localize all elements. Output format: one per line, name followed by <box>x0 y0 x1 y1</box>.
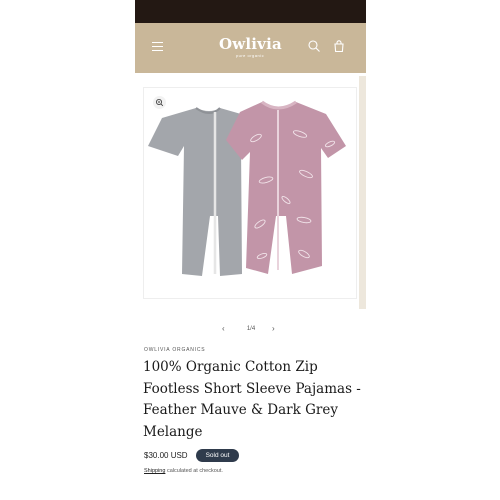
next-image-peek[interactable] <box>359 76 366 309</box>
brand-tagline: pure organic <box>235 53 265 58</box>
announcement-bar <box>135 0 366 23</box>
shipping-note: Shipping calculated at checkout. <box>144 468 223 474</box>
product-title: 100% Organic Cotton Zip Footless Short S… <box>143 359 361 440</box>
slider-pager: ‹ 1/4 › <box>135 322 366 336</box>
brand-logo[interactable]: Owlivia pure organic <box>219 35 282 65</box>
slide-counter: 1/4 <box>246 326 256 332</box>
pajamas-illustration <box>148 100 346 276</box>
cart-icon[interactable] <box>332 39 346 53</box>
product-vendor: OWLIVIA ORGANICS <box>144 347 206 353</box>
product-price: $30.00 USD <box>144 451 188 460</box>
site-header: Owlivia pure organic <box>135 23 366 73</box>
brand-name: Owlivia <box>219 35 282 53</box>
product-image[interactable] <box>143 87 357 299</box>
pink-romper <box>226 100 346 274</box>
chevron-left-icon[interactable]: ‹ <box>222 324 225 334</box>
shipping-link[interactable]: Shipping <box>144 468 165 474</box>
hamburger-icon[interactable] <box>152 42 163 51</box>
shipping-text: calculated at checkout. <box>166 468 223 474</box>
chevron-right-icon[interactable]: › <box>272 324 275 334</box>
sold-out-badge: Sold out <box>196 449 239 462</box>
search-icon[interactable] <box>307 39 321 53</box>
